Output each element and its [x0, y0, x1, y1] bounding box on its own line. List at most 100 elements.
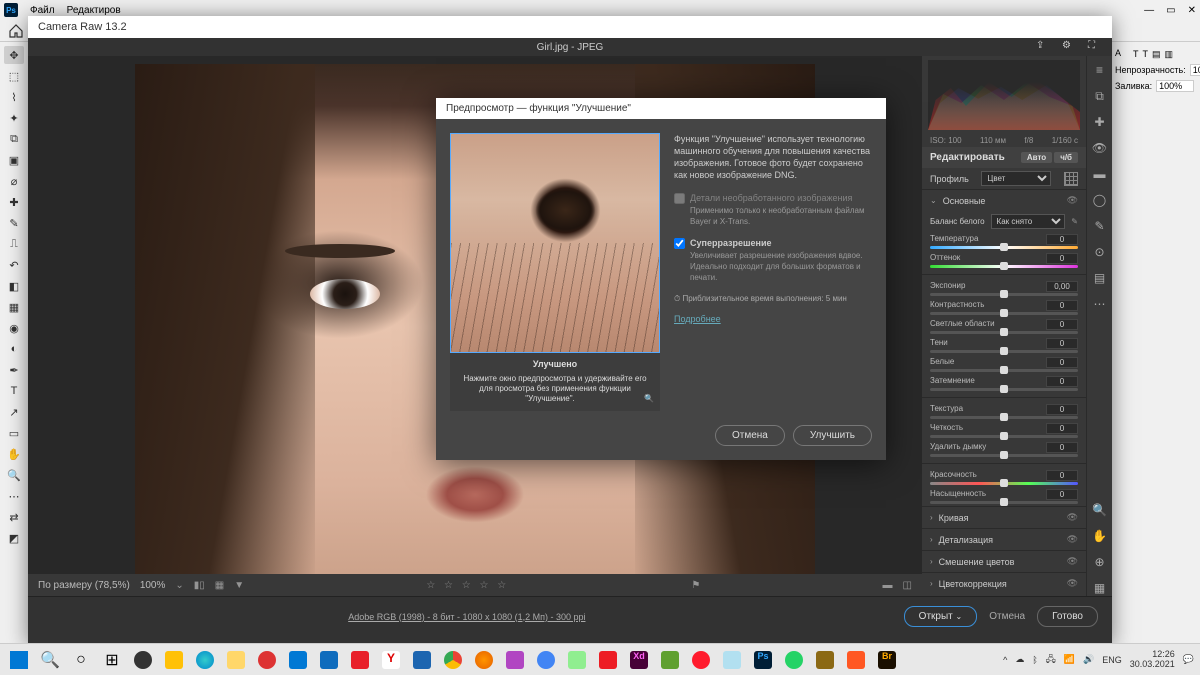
temperature-slider[interactable] — [930, 246, 1078, 249]
tool-swap[interactable]: ⇄ — [4, 508, 24, 526]
eye-icon[interactable]: 👁 — [1092, 140, 1108, 156]
presets-icon[interactable]: ▤ — [1092, 270, 1108, 286]
type-tool-icon[interactable]: A — [1115, 48, 1129, 60]
highlights-input[interactable] — [1046, 319, 1078, 330]
heal-icon[interactable]: ✚ — [1092, 114, 1108, 130]
paragraph-icon[interactable]: ▥ — [1165, 49, 1174, 60]
tool-history-brush[interactable]: ↶ — [4, 256, 24, 274]
app-icon[interactable] — [843, 647, 869, 673]
gradient-icon[interactable]: ▬ — [1092, 166, 1108, 182]
shadows-slider[interactable] — [930, 350, 1078, 353]
saturation-slider[interactable] — [930, 501, 1078, 504]
tool-marquee[interactable]: ⬚ — [4, 67, 24, 85]
cancel-button[interactable]: Отмена — [989, 611, 1025, 622]
tool-stamp[interactable]: ⎍ — [4, 235, 24, 253]
tray-network-icon[interactable]: 🖧 — [1046, 652, 1056, 668]
export-icon[interactable]: ⇪ — [1036, 40, 1050, 54]
radial-icon[interactable]: ◯ — [1092, 192, 1108, 208]
eyedropper-icon[interactable]: ✎ — [1071, 217, 1078, 226]
flag-icon[interactable]: ⚑ — [691, 580, 700, 591]
bw-button[interactable]: ч/б — [1054, 152, 1078, 163]
dehaze-slider[interactable] — [930, 454, 1078, 457]
brush-icon[interactable]: ✎ — [1092, 218, 1108, 234]
tray-chevron-icon[interactable]: ^ — [1003, 655, 1007, 665]
chrome-icon[interactable] — [440, 647, 466, 673]
photoshop-icon[interactable]: Ps — [750, 647, 776, 673]
window-close-icon[interactable]: ✕ — [1188, 5, 1196, 16]
start-icon[interactable] — [6, 647, 32, 673]
app-icon[interactable] — [719, 647, 745, 673]
filter-icon[interactable]: ▼ — [234, 580, 244, 591]
highlights-slider[interactable] — [930, 331, 1078, 334]
whites-slider[interactable] — [930, 369, 1078, 372]
tool-move[interactable]: ✥ — [4, 46, 24, 64]
tint-input[interactable] — [1046, 253, 1078, 264]
shadows-input[interactable] — [1046, 338, 1078, 349]
compare-icon[interactable]: ▮▯ — [194, 580, 205, 591]
grid-icon[interactable]: ▦ — [1092, 580, 1108, 596]
tool-hand[interactable]: ✋ — [4, 445, 24, 463]
section-basic[interactable]: ⌄Основные👁 — [922, 189, 1086, 211]
dialog-enhance-button[interactable]: Улучшить — [793, 425, 872, 446]
app-icon[interactable] — [130, 647, 156, 673]
vibrance-input[interactable] — [1046, 470, 1078, 481]
eye-icon[interactable]: 👁 — [1067, 578, 1078, 589]
done-button[interactable]: Готово — [1037, 606, 1098, 627]
yandex-icon[interactable]: Y — [378, 647, 404, 673]
dialog-cancel-button[interactable]: Отмена — [715, 425, 785, 446]
app-icon[interactable] — [254, 647, 280, 673]
explorer-icon[interactable] — [223, 647, 249, 673]
blacks-slider[interactable] — [930, 388, 1078, 391]
super-resolution-checkbox[interactable]: Суперразрешение — [674, 237, 872, 249]
app-icon[interactable] — [409, 647, 435, 673]
crop-icon[interactable]: ⧉ — [1092, 88, 1108, 104]
section-detail[interactable]: ›Детализация👁 — [922, 528, 1086, 550]
view-split-icon[interactable]: ◫ — [903, 580, 912, 591]
tool-type[interactable]: T — [4, 382, 24, 400]
profile-select[interactable]: Цвет — [981, 171, 1051, 186]
window-minimize-icon[interactable]: — — [1144, 5, 1154, 16]
tool-crop[interactable]: ⧉ — [4, 130, 24, 148]
clarity-input[interactable] — [1046, 423, 1078, 434]
tray-bluetooth-icon[interactable]: ᛒ — [1032, 655, 1037, 665]
dehaze-input[interactable] — [1046, 442, 1078, 453]
tray-wifi-icon[interactable]: 📶 — [1064, 654, 1075, 665]
app-icon[interactable] — [161, 647, 187, 673]
magnifier-icon[interactable]: 🔍 — [644, 394, 654, 404]
tool-blur[interactable]: ◉ — [4, 319, 24, 337]
acrobat-icon[interactable] — [595, 647, 621, 673]
app-icon[interactable] — [502, 647, 528, 673]
gear-icon[interactable]: ⚙ — [1062, 40, 1076, 54]
view-single-icon[interactable]: ▬ — [883, 580, 893, 591]
blacks-input[interactable] — [1046, 376, 1078, 387]
eye-icon[interactable]: 👁 — [1067, 195, 1078, 206]
menu-file[interactable]: Файл — [30, 5, 55, 16]
rating-stars[interactable]: ☆ ☆ ☆ ☆ ☆ — [426, 580, 509, 591]
text-icon[interactable]: T — [1143, 49, 1149, 59]
more-icon[interactable]: ⋯ — [1092, 296, 1108, 312]
tool-wand[interactable]: ✦ — [4, 109, 24, 127]
texture-slider[interactable] — [930, 416, 1078, 419]
app-icon[interactable] — [533, 647, 559, 673]
app-icon[interactable] — [812, 647, 838, 673]
tool-zoom[interactable]: 🔍 — [4, 466, 24, 484]
texture-input[interactable] — [1046, 404, 1078, 415]
wb-select[interactable]: Как снято — [991, 214, 1066, 229]
hand-icon[interactable]: ✋ — [1092, 528, 1108, 544]
mail-icon[interactable] — [316, 647, 342, 673]
eye-icon[interactable]: 👁 — [1067, 556, 1078, 567]
clarity-slider[interactable] — [930, 435, 1078, 438]
xd-icon[interactable]: Xd — [626, 647, 652, 673]
tray-onedrive-icon[interactable]: ☁ — [1015, 654, 1024, 665]
eye-icon[interactable]: 👁 — [1067, 534, 1078, 545]
zoom-icon[interactable]: 🔍 — [1092, 502, 1108, 518]
bridge-icon[interactable]: Br — [874, 647, 900, 673]
tool-eyedropper[interactable]: ⌀ — [4, 172, 24, 190]
vibrance-slider[interactable] — [930, 482, 1078, 485]
saturation-input[interactable] — [1046, 489, 1078, 500]
notepadpp-icon[interactable] — [564, 647, 590, 673]
tool-dodge[interactable]: ◐ — [4, 340, 24, 358]
temperature-input[interactable] — [1046, 234, 1078, 245]
sampler-icon[interactable]: ⊕ — [1092, 554, 1108, 570]
chevron-icon[interactable]: ⌄ — [175, 580, 183, 591]
